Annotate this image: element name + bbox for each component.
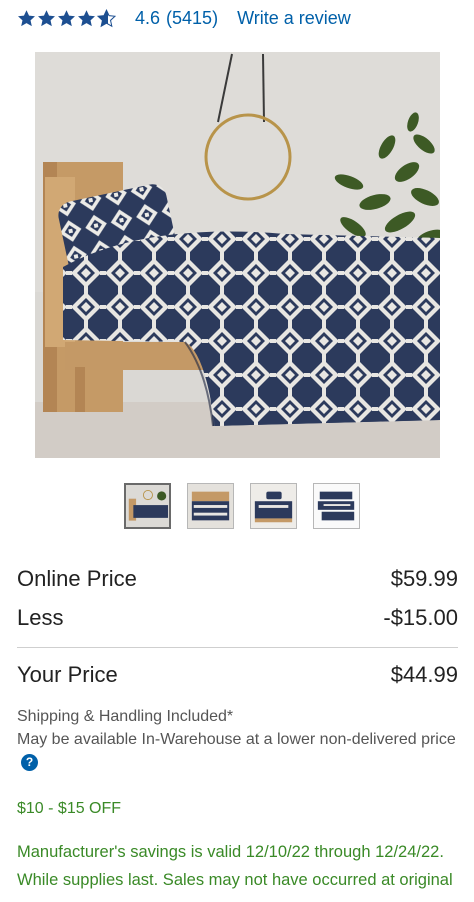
- discount-label: Less: [17, 605, 64, 630]
- question-circle-icon[interactable]: ?: [21, 754, 38, 771]
- product-main-image[interactable]: [35, 52, 440, 458]
- your-price-row: Your Price $44.99: [17, 662, 458, 688]
- rating-row[interactable]: 4.6 (5415) Write a review: [17, 5, 351, 31]
- your-price-label: Your Price: [17, 662, 118, 687]
- discount-value: -$15.00: [383, 605, 458, 630]
- online-price-label: Online Price: [17, 566, 137, 591]
- thumbnail-2[interactable]: [187, 483, 234, 529]
- thumbnail-3[interactable]: [250, 483, 297, 529]
- star-half-icon: [97, 8, 116, 27]
- price-divider: [17, 647, 458, 648]
- review-count[interactable]: (5415): [166, 8, 218, 29]
- star-full-icon: [78, 9, 95, 26]
- rating-value[interactable]: 4.6: [135, 8, 160, 29]
- online-price-row: Online Price $59.99: [17, 566, 458, 592]
- shipping-included-text: Shipping & Handling Included*: [17, 708, 234, 725]
- star-full-icon: [38, 9, 55, 26]
- write-review-link[interactable]: Write a review: [237, 8, 351, 29]
- star-full-icon: [18, 9, 35, 26]
- discount-row: Less -$15.00: [17, 605, 458, 631]
- star-full-icon: [58, 9, 75, 26]
- promo-badge: $10 - $15 OFF: [17, 800, 122, 817]
- thumbnail-4[interactable]: [313, 483, 360, 529]
- star-rating: [17, 8, 116, 28]
- online-price-value: $59.99: [390, 566, 458, 591]
- thumbnail-1[interactable]: [124, 483, 171, 529]
- thumbnail-strip: [124, 483, 360, 529]
- warehouse-note-text: May be available In-Warehouse at a lower…: [17, 731, 456, 748]
- shipping-info: Shipping & Handling Included* May be ava…: [17, 705, 457, 774]
- savings-text: Manufacturer's savings is valid 12/10/22…: [17, 843, 453, 889]
- your-price-value: $44.99: [390, 662, 458, 687]
- warehouse-note: May be available In-Warehouse at a lower…: [17, 728, 457, 774]
